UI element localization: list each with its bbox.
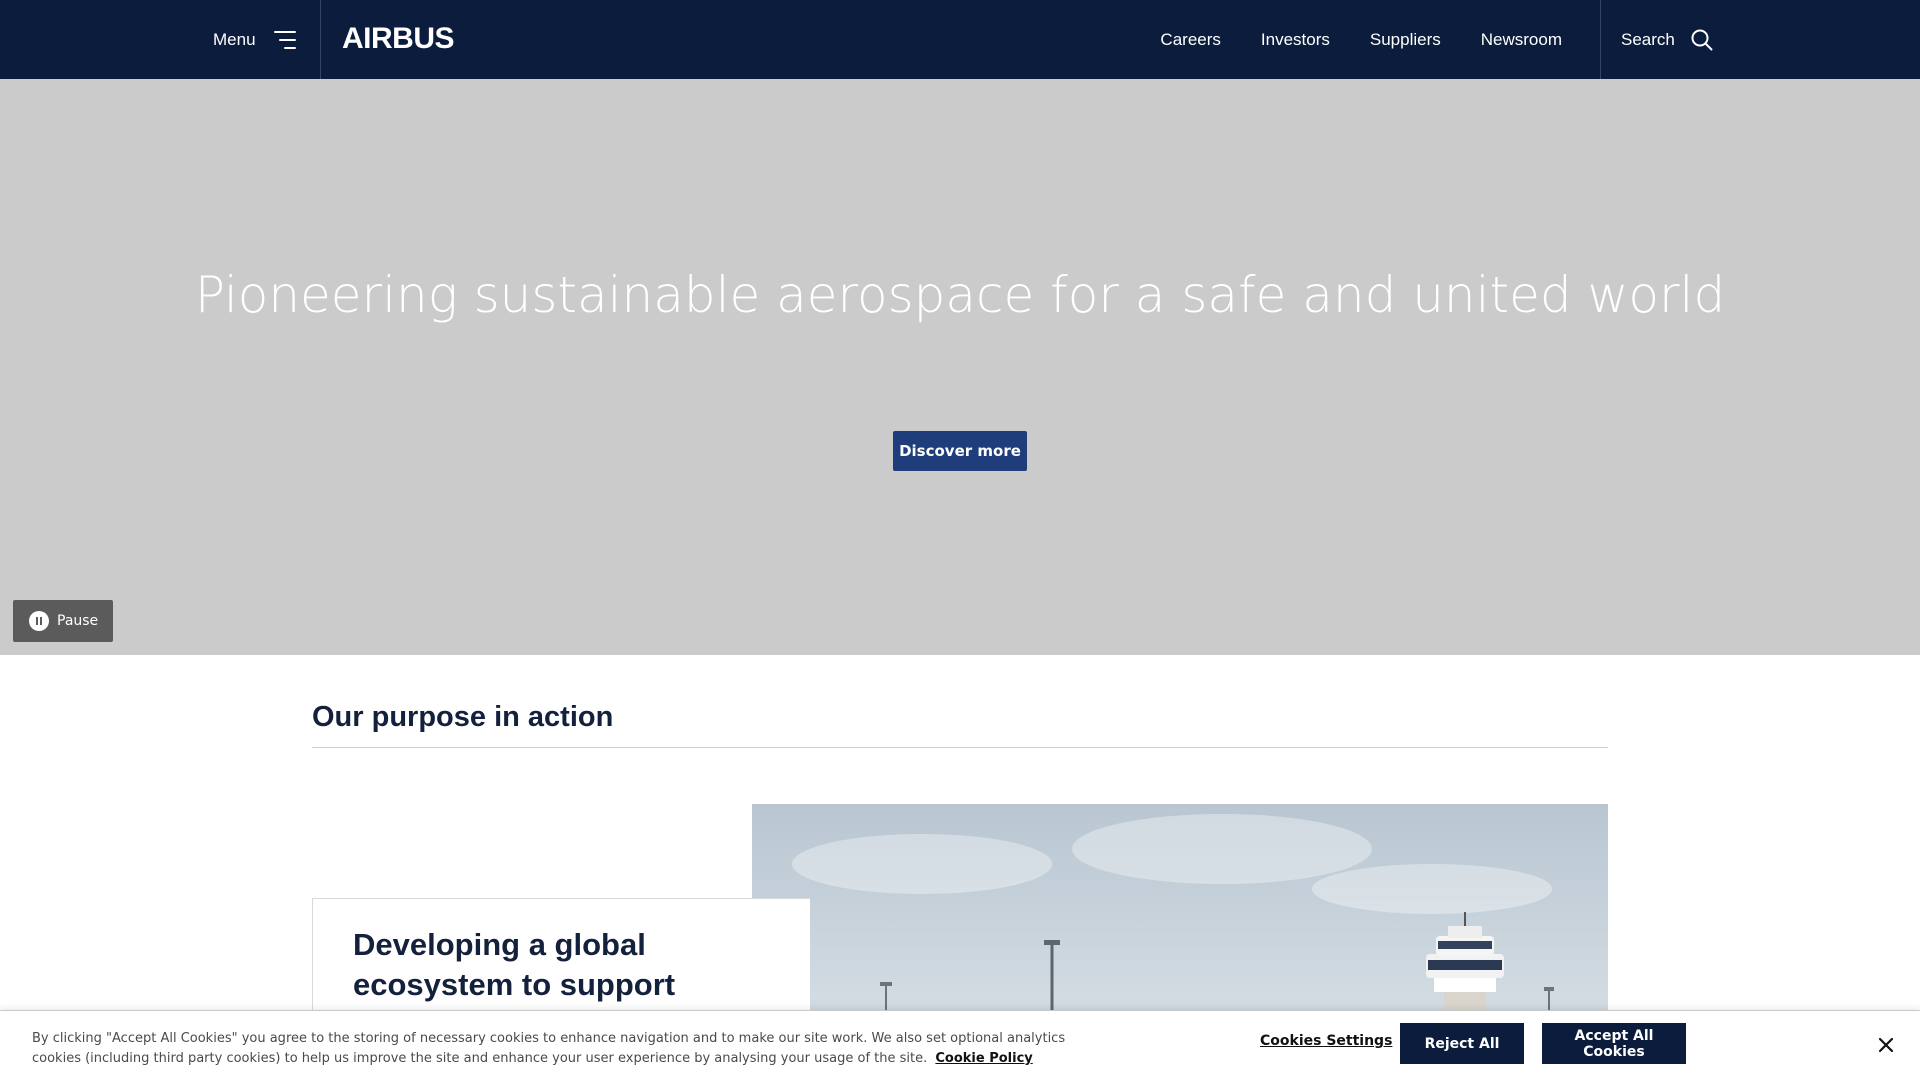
nav-link-careers[interactable]: Careers [1160, 30, 1220, 50]
hero-title: Pioneering sustainable aerospace for a s… [194, 266, 1726, 324]
menu-label: Menu [213, 29, 256, 49]
cookie-text: By clicking "Accept All Cookies" you agr… [32, 1029, 1072, 1069]
page: Menu AIRBUS Careers Investors Suppliers … [0, 0, 1920, 1080]
primary-nav: Careers Investors Suppliers Newsroom [1160, 0, 1562, 79]
menu-icon [273, 30, 296, 49]
section-divider [312, 747, 1608, 748]
pause-label: Pause [57, 613, 99, 629]
header-divider [1600, 0, 1601, 79]
airbus-logo[interactable]: AIRBUS [342, 22, 455, 56]
top-navigation-bar: Menu AIRBUS Careers Investors Suppliers … [0, 0, 1920, 79]
pause-button[interactable]: Pause [13, 600, 113, 642]
nav-link-investors[interactable]: Investors [1261, 30, 1330, 50]
hero-banner: Pioneering sustainable aerospace for a s… [0, 79, 1920, 655]
menu-button[interactable]: Menu [213, 0, 296, 79]
header-divider [320, 0, 321, 79]
cookies-settings-button[interactable]: Cookies Settings [1260, 1033, 1392, 1049]
pause-icon [29, 611, 49, 631]
reject-all-button[interactable]: Reject All [1400, 1023, 1524, 1064]
cookie-message: By clicking "Accept All Cookies" you agr… [32, 1031, 1066, 1066]
nav-link-suppliers[interactable]: Suppliers [1370, 30, 1441, 50]
close-icon[interactable] [1876, 1035, 1896, 1055]
search-button[interactable]: Search [1621, 0, 1713, 79]
discover-more-button[interactable]: Discover more [893, 431, 1027, 471]
card-title: Developing a global ecosystem to support [353, 927, 676, 1002]
section-title: Our purpose in action [312, 701, 614, 733]
search-icon [1691, 29, 1713, 50]
cookie-policy-link[interactable]: Cookie Policy [935, 1051, 1032, 1066]
nav-link-newsroom[interactable]: Newsroom [1481, 30, 1562, 50]
accept-all-cookies-button[interactable]: Accept All Cookies [1542, 1023, 1686, 1064]
search-label: Search [1621, 29, 1675, 49]
cookie-consent-banner: By clicking "Accept All Cookies" you agr… [0, 1010, 1920, 1080]
